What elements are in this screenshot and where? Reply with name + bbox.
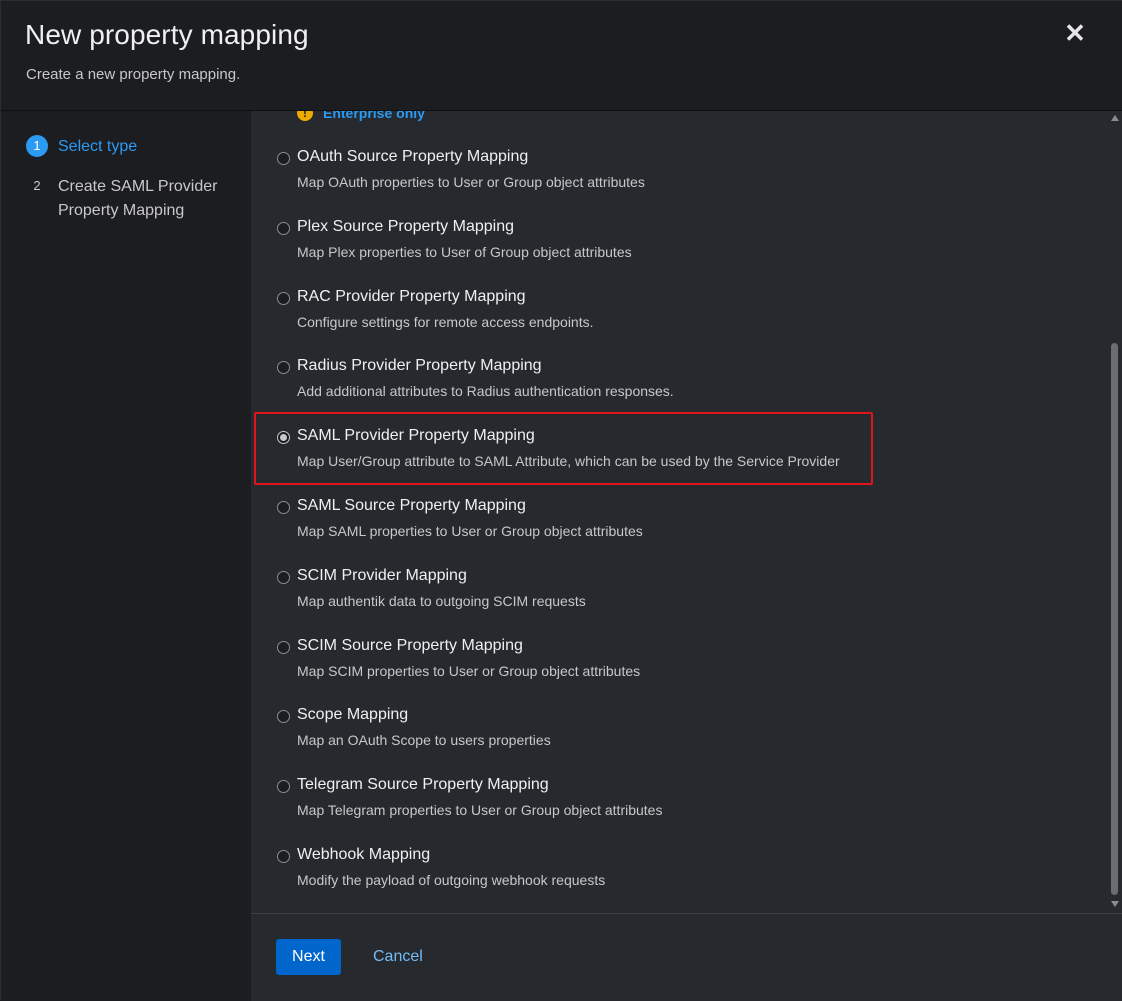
option-label[interactable]: Plex Source Property Mapping [297,218,514,236]
option-label[interactable]: Scope Mapping [297,706,408,724]
content-scrollbar[interactable] [1107,111,1122,913]
option-label[interactable]: SCIM Provider Mapping [297,567,467,585]
option-description: Modify the payload of outgoing webhook r… [297,872,606,888]
modal-header: New property mapping Create a new proper… [1,1,1122,111]
enterprise-badge: ! Enterprise only [297,111,425,121]
option-label[interactable]: SAML Source Property Mapping [297,497,526,515]
mapping-type-list: ! Enterprise only OAuth Source Property … [251,111,1107,913]
selection-highlight-box [254,412,873,485]
wizard-step-select-type[interactable]: 1 Select type [26,135,137,159]
option-label[interactable]: SAML Provider Property Mapping [297,427,535,445]
option-description: Add additional attributes to Radius auth… [297,383,674,399]
wizard-step-number: 1 [26,135,48,157]
radio-button-checked[interactable] [277,431,290,444]
radio-button[interactable] [277,850,290,863]
option-label[interactable]: OAuth Source Property Mapping [297,148,528,166]
scroll-down-arrow-icon[interactable] [1111,901,1119,907]
modal-subtitle: Create a new property mapping. [26,66,241,83]
radio-button[interactable] [277,152,290,165]
wizard-step-label: Select type [58,138,138,155]
scroll-up-arrow-icon[interactable] [1111,115,1119,121]
new-property-mapping-modal: New property mapping Create a new proper… [0,0,1122,1001]
cancel-button[interactable]: Cancel [361,939,435,975]
radio-button[interactable] [277,361,290,374]
enterprise-label: Enterprise only [323,111,425,121]
next-button[interactable]: Next [276,939,341,975]
radio-button[interactable] [277,292,290,305]
radio-button[interactable] [277,501,290,514]
option-description: Map SCIM properties to User or Group obj… [297,663,641,679]
option-label[interactable]: SCIM Source Property Mapping [297,637,523,655]
radio-button[interactable] [277,641,290,654]
wizard-step-number: 2 [33,178,41,193]
option-description: Map SAML properties to User or Group obj… [297,523,643,539]
option-description: Map an OAuth Scope to users properties [297,732,551,748]
wizard-step-label: Create SAML Provider Property Mapping [58,178,218,219]
option-description: Map authentik data to outgoing SCIM requ… [297,593,586,609]
radio-button[interactable] [277,571,290,584]
radio-button[interactable] [277,710,290,723]
modal-title: New property mapping [25,19,309,50]
wizard-nav: 1 Select type 2 Create SAML Provider Pro… [1,111,251,1001]
wizard-step-create-mapping[interactable]: 2 Create SAML Provider Property Mapping [26,175,228,223]
close-icon[interactable]: ✕ [1061,19,1089,47]
option-label[interactable]: Telegram Source Property Mapping [297,776,549,794]
warning-icon: ! [297,111,313,121]
option-description: Map Telegram properties to User or Group… [297,802,663,818]
radio-button[interactable] [277,780,290,793]
scrollbar-thumb[interactable] [1111,343,1118,895]
radio-button[interactable] [277,222,290,235]
wizard-footer: Next Cancel [251,913,1122,1001]
option-description: Map User/Group attribute to SAML Attribu… [297,453,840,469]
option-label[interactable]: RAC Provider Property Mapping [297,288,526,306]
option-description: Map Plex properties to User of Group obj… [297,244,632,260]
option-label[interactable]: Webhook Mapping [297,846,430,864]
option-label[interactable]: Radius Provider Property Mapping [297,357,542,375]
option-description: Map OAuth properties to User or Group ob… [297,174,645,190]
option-description: Configure settings for remote access end… [297,314,594,330]
